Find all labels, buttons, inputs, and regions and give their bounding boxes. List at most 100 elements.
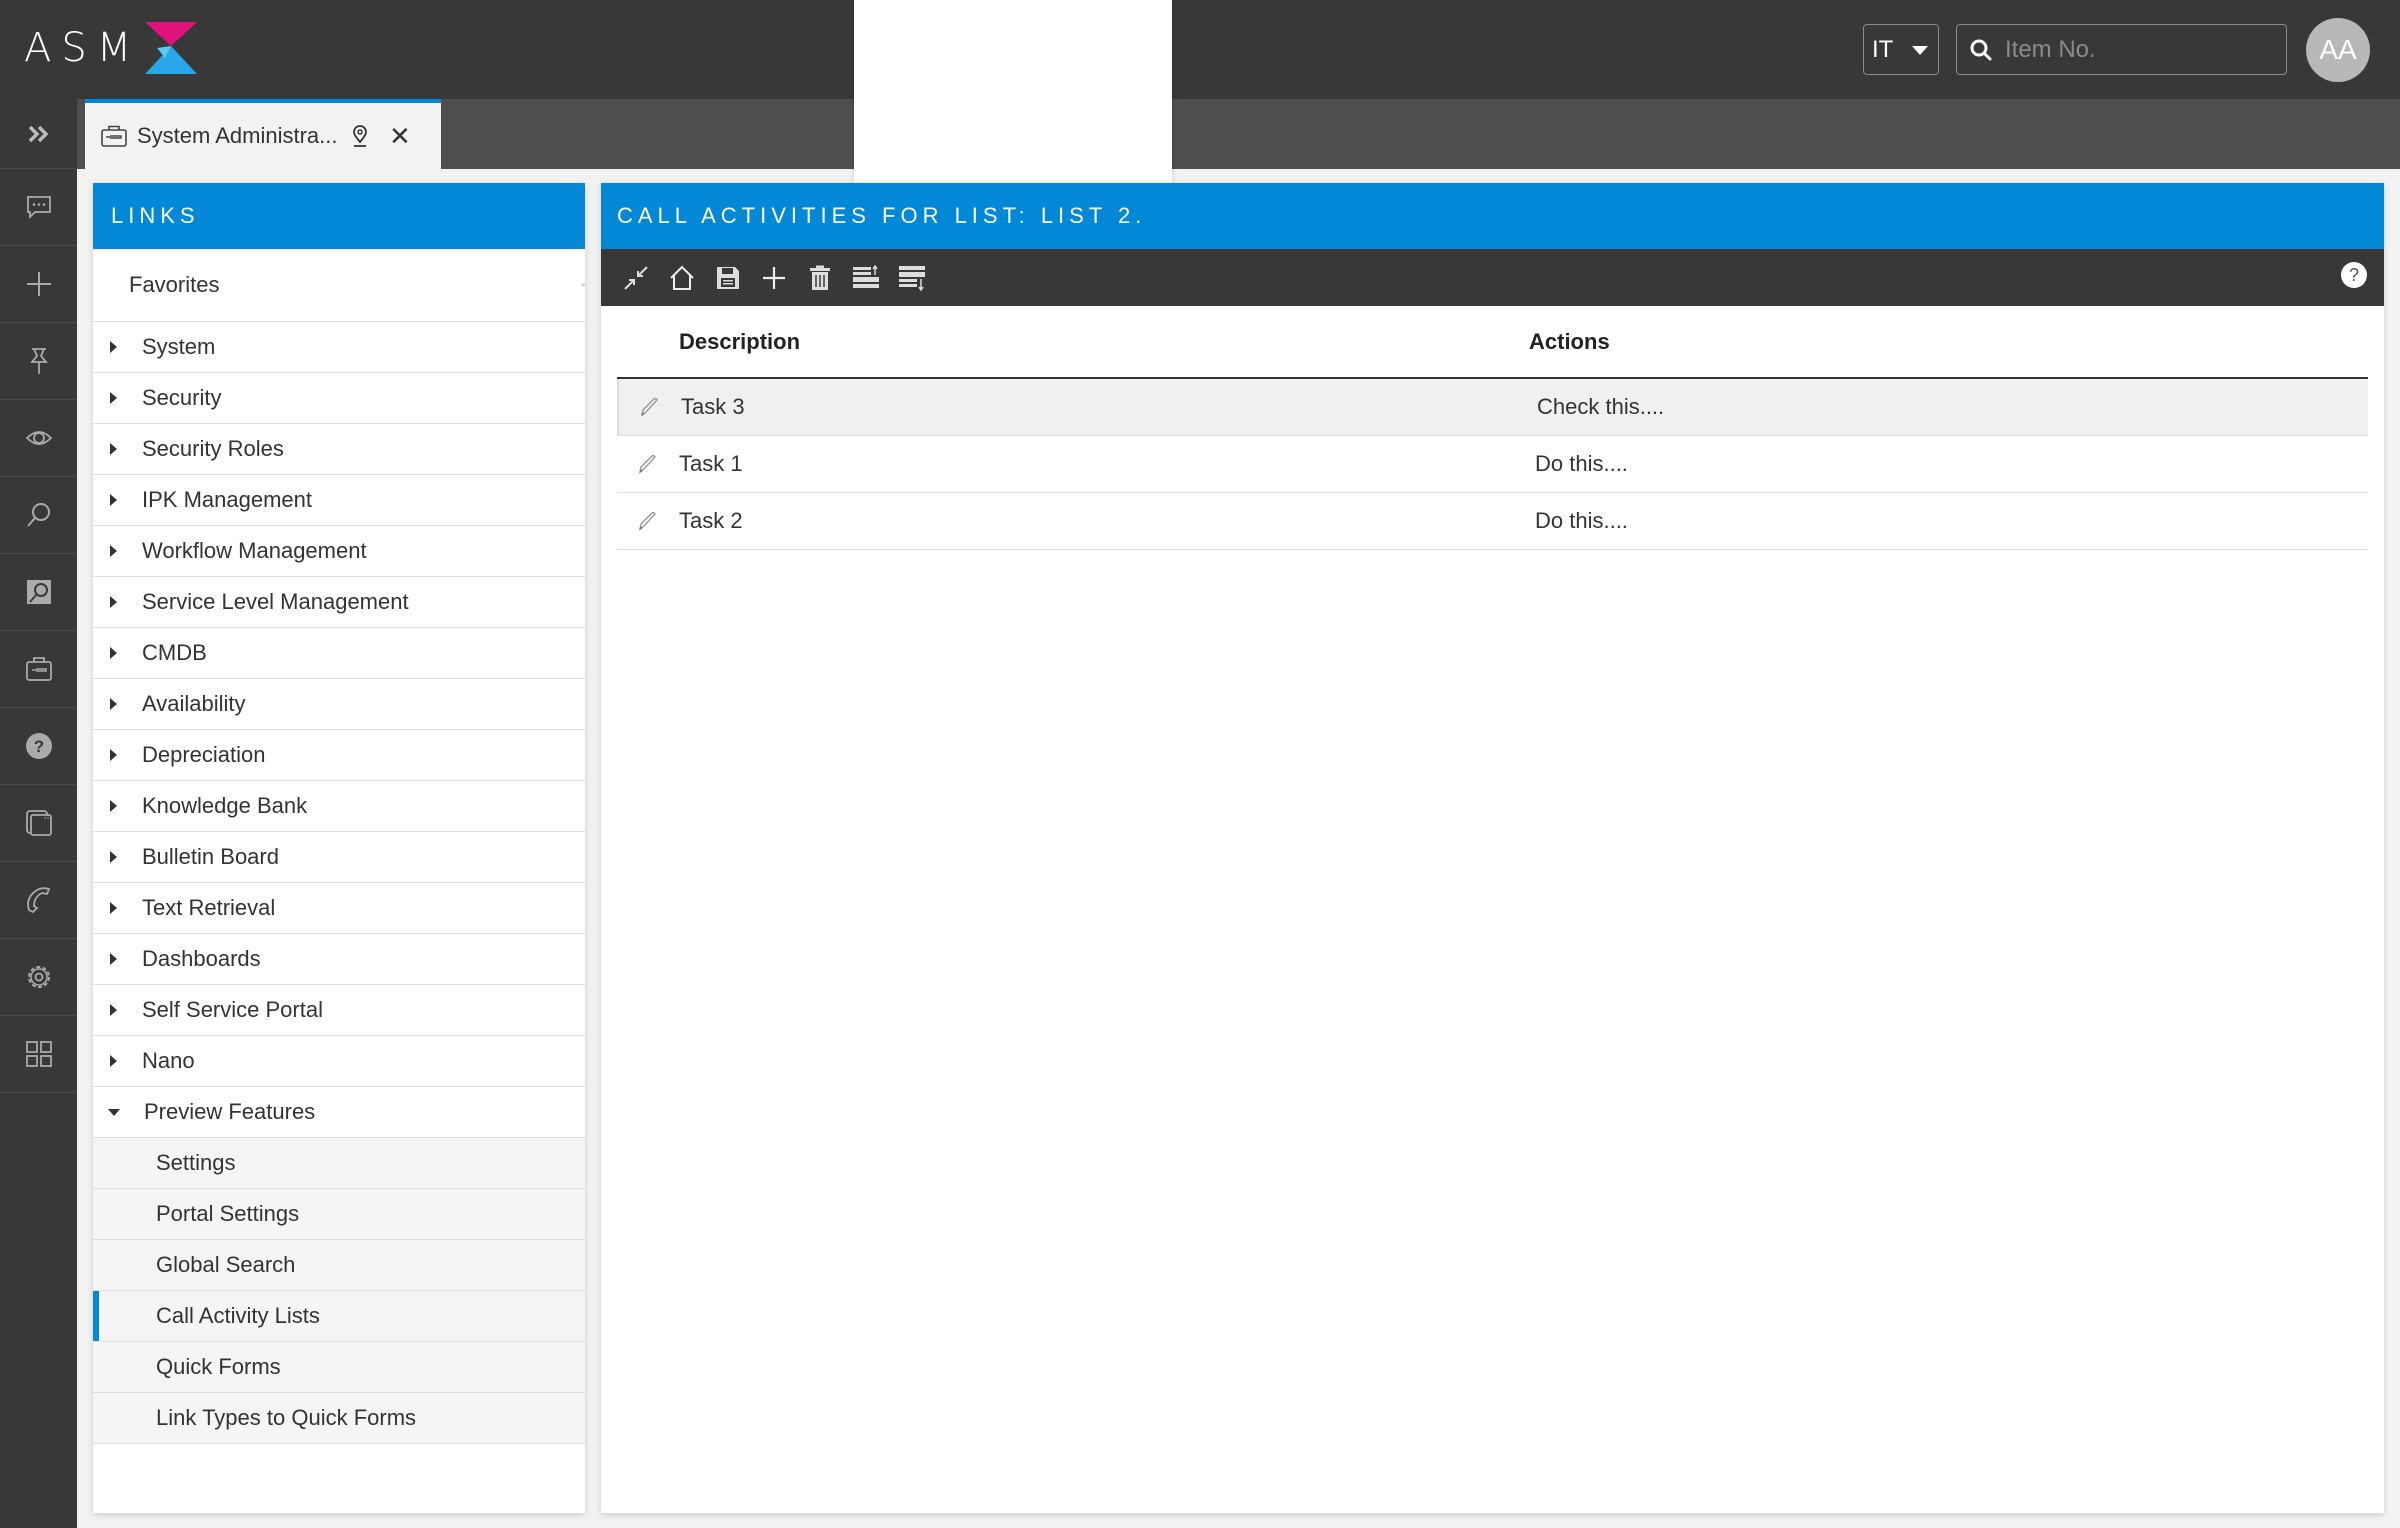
rail-search[interactable] xyxy=(0,477,77,554)
cell-description: Task 1 xyxy=(679,451,743,476)
nav-item-label: System xyxy=(142,334,216,359)
nav-subitem[interactable]: Portal Settings xyxy=(93,1189,585,1240)
icon-rail: ? xyxy=(0,99,77,1528)
nav-item-label: Knowledge Bank xyxy=(142,793,308,818)
nav-subitem[interactable]: Global Search xyxy=(93,1240,585,1291)
caret-right-icon xyxy=(110,596,117,608)
nav-item-expanded[interactable]: Preview Features xyxy=(93,1087,585,1138)
nav-item-label: CMDB xyxy=(142,640,207,665)
rail-help[interactable]: ? xyxy=(0,708,77,785)
panel-title: CALL ACTIVITIES FOR LIST: LIST 2. xyxy=(601,183,2384,249)
rail-apps[interactable] xyxy=(0,1016,77,1093)
item-search-input[interactable] xyxy=(2005,35,2265,64)
add-button[interactable] xyxy=(751,255,797,301)
caret-right-icon xyxy=(110,392,117,404)
edit-button[interactable] xyxy=(617,510,679,532)
rail-windows[interactable] xyxy=(0,785,77,862)
search-box-icon xyxy=(26,580,51,604)
department-value: IT xyxy=(1872,35,1894,63)
nav-item[interactable]: Self Service Portal xyxy=(93,985,585,1036)
caret-right-icon xyxy=(110,851,117,863)
move-down-icon xyxy=(899,265,925,291)
nav-item[interactable]: Security Roles xyxy=(93,424,585,475)
rail-call[interactable] xyxy=(0,862,77,939)
caret-right-icon xyxy=(110,494,117,506)
nav-subitem[interactable]: Link Types to Quick Forms xyxy=(93,1393,585,1444)
location-pin-icon[interactable] xyxy=(351,125,369,147)
item-search[interactable] xyxy=(1956,24,2287,75)
nav-item[interactable]: Knowledge Bank xyxy=(93,781,585,832)
chevron-down-icon xyxy=(1912,46,1928,55)
caret-down-icon xyxy=(108,1108,120,1116)
tab-favorites[interactable]: Favorites xyxy=(119,249,229,322)
collapse-all-icon[interactable] xyxy=(580,271,585,299)
rail-admin[interactable] xyxy=(0,631,77,708)
column-description[interactable]: Description xyxy=(679,329,1529,355)
avatar[interactable]: AA xyxy=(2306,18,2370,82)
help-button[interactable]: ? xyxy=(2340,261,2368,294)
move-down-button[interactable] xyxy=(889,255,935,301)
collapse-button[interactable] xyxy=(613,255,659,301)
table-row[interactable]: Task 2 Do this.... xyxy=(617,493,2368,550)
home-icon xyxy=(670,265,694,290)
save-button[interactable] xyxy=(705,255,751,301)
call-activities-panel: CALL ACTIVITIES FOR LIST: LIST 2. ? Desc… xyxy=(601,183,2384,1513)
rail-pin[interactable] xyxy=(0,323,77,400)
move-up-button[interactable] xyxy=(843,255,889,301)
nav-item[interactable]: CMDB xyxy=(93,628,585,679)
links-tabs: Favorites Main xyxy=(93,0,1172,1133)
nav-item[interactable]: Nano xyxy=(93,1036,585,1087)
column-actions[interactable]: Actions xyxy=(1529,329,2368,355)
nav-item-label: Preview Features xyxy=(144,1099,316,1124)
toolbar: ? xyxy=(601,249,2384,306)
move-up-icon xyxy=(853,264,879,288)
department-select[interactable]: IT xyxy=(1863,24,1939,75)
logo[interactable]: ASM xyxy=(24,22,199,74)
nav-item[interactable]: Text Retrieval xyxy=(93,883,585,934)
nav-item[interactable]: Availability xyxy=(93,679,585,730)
rail-expand[interactable] xyxy=(0,99,77,169)
tab-strip: System Administra... ✕ xyxy=(77,99,2400,169)
delete-button[interactable] xyxy=(797,255,843,301)
nav-item[interactable]: Dashboards xyxy=(93,934,585,985)
edit-button[interactable] xyxy=(617,453,679,475)
nav-subitem[interactable]: Call Activity Lists xyxy=(93,1291,585,1342)
nav-subitem[interactable]: Quick Forms xyxy=(93,1342,585,1393)
nav-item[interactable]: Depreciation xyxy=(93,730,585,781)
tab-system-administration[interactable]: System Administra... ✕ xyxy=(85,99,441,169)
table-row[interactable]: Task 1 Do this.... xyxy=(617,436,2368,493)
table-row[interactable]: Task 3 Check this.... xyxy=(617,379,2368,436)
nav-item-label: Nano xyxy=(142,1048,195,1073)
svg-text:?: ? xyxy=(33,737,43,756)
nav-item-label: Bulletin Board xyxy=(142,844,279,869)
rail-add[interactable] xyxy=(0,246,77,323)
nav-item[interactable]: Bulletin Board xyxy=(93,832,585,883)
rail-settings[interactable] xyxy=(0,939,77,1016)
toolbox-icon xyxy=(101,125,127,147)
caret-right-icon xyxy=(110,647,117,659)
caret-right-icon xyxy=(110,953,117,965)
home-button[interactable] xyxy=(659,255,705,301)
logo-text: ASM xyxy=(24,25,142,71)
nav-item[interactable]: Security xyxy=(93,373,585,424)
rail-search-box[interactable] xyxy=(0,554,77,631)
nav-item[interactable]: Service Level Management xyxy=(93,577,585,628)
phone-icon xyxy=(26,887,50,914)
tab-label: System Administra... xyxy=(137,123,338,148)
nav-item-label: Availability xyxy=(142,691,246,716)
logo-x-icon xyxy=(145,22,198,74)
nav-item[interactable]: Workflow Management xyxy=(93,526,585,577)
caret-right-icon xyxy=(110,800,117,812)
search-icon xyxy=(1970,39,1992,60)
plus-icon xyxy=(26,272,51,296)
nav-item-label: IPK Management xyxy=(142,487,312,512)
nav-item[interactable]: IPK Management xyxy=(93,475,585,526)
rail-watch[interactable] xyxy=(0,400,77,477)
top-bar: ASM IT AA xyxy=(0,0,2400,99)
caret-right-icon xyxy=(110,443,117,455)
edit-button[interactable] xyxy=(619,396,681,418)
nav-item[interactable]: System xyxy=(93,322,585,373)
rail-chat[interactable] xyxy=(0,169,77,246)
close-icon[interactable]: ✕ xyxy=(389,121,411,152)
nav-subitem[interactable]: Settings xyxy=(93,1138,585,1189)
